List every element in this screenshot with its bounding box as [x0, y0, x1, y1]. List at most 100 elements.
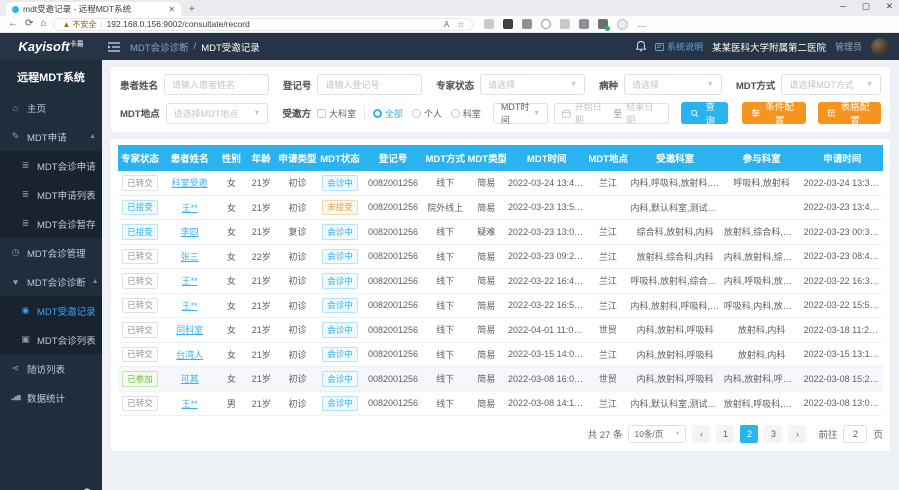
sidebar-item-MDT申请[interactable]: ✎MDT申请▲ — [0, 122, 102, 151]
table-row[interactable]: 已转交台湾人女21岁初诊会诊中0082001256线下简易2022-03-15 … — [118, 342, 883, 367]
table-row[interactable]: 已接受王**女21岁初诊未接受0082001256院外线上简易2022-03-2… — [118, 195, 883, 220]
extension-icon[interactable] — [579, 19, 589, 29]
patient-name-link[interactable]: 李四 — [181, 227, 199, 237]
back-icon[interactable]: ← — [8, 19, 18, 29]
extension-icon[interactable] — [541, 19, 551, 29]
sidebar-item-MDT受邀记录[interactable]: ◉MDT受邀记录 — [0, 296, 102, 325]
patient-name-input[interactable]: 请输入患者姓名 — [164, 74, 269, 95]
window-minimize-button[interactable]: ─ — [840, 1, 846, 12]
table-row[interactable]: 已转交科室受邀女21岁初诊会诊中0082001256线下简易2022-03-24… — [118, 171, 883, 195]
table-row[interactable]: 已转交王**男21岁初诊会诊中0082001256线下简易2022-03-08 … — [118, 391, 883, 416]
joined-depts-cell: 内科,放射科,综合科 — [722, 244, 802, 269]
sidebar-item-数据统计[interactable]: ▂▅▇数据统计 — [0, 383, 102, 412]
sidebar-item-主页[interactable]: ⌂主页 — [0, 93, 102, 122]
expert-status-select[interactable]: 请选择▼ — [480, 74, 585, 95]
address-input[interactable]: ▲ 不安全 | 192.168.0.156:9002/consultate/re… — [53, 18, 473, 31]
window-close-button[interactable]: ✕ — [886, 1, 893, 12]
browser-tab[interactable]: mdt受邀记录 - 远程MDT系统 ✕ — [6, 2, 181, 16]
system-help-link[interactable]: 系统说明 — [655, 40, 703, 53]
radio-个人[interactable]: 个人 — [412, 107, 442, 120]
settings-gear-icon[interactable]: ⚙ — [82, 486, 92, 490]
browser-profile-icon[interactable] — [617, 19, 628, 30]
date-range-input[interactable]: 开始日期 至 结束日期 — [554, 103, 669, 124]
register-no-cell: 0082001256 — [362, 195, 424, 220]
mdt-mode-cell: 线下 — [424, 293, 467, 318]
patient-name-link[interactable]: 张三 — [181, 252, 199, 262]
patient-name-link[interactable]: 王** — [182, 399, 198, 409]
time-type-select[interactable]: MDT时间▼ — [493, 103, 548, 124]
not-secure-warning[interactable]: ▲ 不安全 — [62, 19, 96, 30]
mdt-mode-select[interactable]: 请选择MDT方式▼ — [781, 74, 881, 95]
read-aloud-icon[interactable]: A — [444, 20, 449, 29]
sidebar-item-MDT会诊列表[interactable]: ▣MDT会诊列表 — [0, 325, 102, 354]
patient-name-link[interactable]: 王** — [182, 276, 198, 286]
new-tab-button[interactable]: + — [189, 4, 195, 15]
condition-config-button[interactable]: 条件配置 — [742, 102, 805, 124]
table-row[interactable]: 已转交张三女22岁初诊会诊中0082001256线下简易2022-03-23 0… — [118, 244, 883, 269]
patient-name-link[interactable]: 台湾人 — [176, 350, 203, 360]
sidebar-item-MDT会诊管理[interactable]: ◷MDT会诊管理 — [0, 238, 102, 267]
reload-icon[interactable]: ⟳ — [25, 19, 33, 29]
big-dept-checkbox[interactable]: 大科室 — [317, 107, 356, 120]
goto-page-input[interactable]: 2 — [843, 425, 867, 443]
prev-page-button[interactable]: ‹ — [692, 425, 710, 443]
search-button[interactable]: 查询 — [681, 102, 728, 124]
radio-全部[interactable]: 全部 — [373, 107, 403, 120]
extension-icon[interactable] — [598, 19, 608, 29]
register-no-cell: 0082001256 — [362, 244, 424, 269]
patient-name-link[interactable]: 科室受邀 — [172, 178, 208, 188]
mdt-place-select[interactable]: 请选择MDT地点▼ — [166, 103, 269, 124]
sidebar-collapse-icon[interactable] — [108, 42, 120, 52]
favorite-star-icon[interactable]: ☆ — [457, 20, 464, 29]
table-config-button[interactable]: 表格配置 — [818, 102, 881, 124]
page-button-1[interactable]: 1 — [716, 425, 734, 443]
table-row[interactable]: 已参加可其女21岁初诊会诊中0082001256线下简易2022-03-08 1… — [118, 367, 883, 392]
page-size-select[interactable]: 10条/页▼ — [628, 425, 686, 443]
table-row[interactable]: 已转交王**女21岁初诊会诊中0082001256线下简易2022-03-22 … — [118, 269, 883, 294]
url-divider: | — [100, 19, 102, 29]
home-icon[interactable]: ⌂ — [40, 19, 46, 29]
register-no-cell: 0082001256 — [362, 342, 424, 367]
patient-name-label: 患者姓名 — [120, 78, 158, 92]
register-no-input[interactable]: 请输入登记号 — [317, 74, 422, 95]
next-page-button[interactable]: › — [788, 425, 806, 443]
mdt-type-cell: 简易 — [467, 244, 507, 269]
table-row[interactable]: 已接受李四女21岁复诊会诊中0082001256线下疑难2022-03-23 1… — [118, 220, 883, 245]
patient-name-link[interactable]: 王** — [182, 203, 198, 213]
page-button-2[interactable]: 2 — [740, 425, 758, 443]
sidebar-item-MDT会诊申请[interactable]: ≣MDT会诊申请 — [0, 151, 102, 180]
breadcrumb-parent[interactable]: MDT会诊诊断 — [130, 40, 189, 54]
column-header-MDT时间: MDT时间 — [506, 145, 587, 171]
sidebar-item-MDT会诊暂存[interactable]: ≣MDT会诊暂存 — [0, 209, 102, 238]
filter-panel: 患者姓名 请输入患者姓名 登记号 请输入登记号 专家状态 请选择▼ 病种 请选择… — [111, 67, 890, 132]
bell-icon[interactable] — [636, 41, 646, 52]
mdt-status-badge: 会诊中 — [322, 175, 358, 191]
window-restore-button[interactable]: ▢ — [862, 1, 870, 12]
disease-select[interactable]: 请选择▼ — [624, 74, 722, 95]
tab-close-icon[interactable]: ✕ — [168, 5, 175, 14]
table-row[interactable]: 已转交王**女21岁初诊会诊中0082001256线下简易2022-03-22 … — [118, 293, 883, 318]
table-row[interactable]: 已转交同科室女21岁初诊会诊中0082001256线下简易2022-04-01 … — [118, 318, 883, 343]
sidebar-item-label: 主页 — [27, 101, 46, 115]
patient-name-link[interactable]: 可其 — [181, 374, 199, 384]
split-screen-icon[interactable] — [560, 19, 570, 29]
browser-menu-icon[interactable]: … — [637, 19, 647, 29]
heart-icon: ♥ — [10, 277, 21, 287]
user-avatar[interactable] — [871, 38, 889, 56]
page-button-3[interactable]: 3 — [764, 425, 782, 443]
sidebar-item-随访列表[interactable]: ⋖随访列表 — [0, 354, 102, 383]
radio-icon — [451, 109, 460, 118]
sidebar-item-MDT会诊诊断[interactable]: ♥MDT会诊诊断▲ — [0, 267, 102, 296]
sidebar-item-MDT申请列表[interactable]: ≣MDT申请列表 — [0, 180, 102, 209]
mdt-time-cell: 2022-03-23 09:20:00 — [506, 244, 587, 269]
extension-icon[interactable] — [484, 19, 494, 29]
extension-icon[interactable] — [522, 19, 532, 29]
hospital-name: 某某医科大学附属第二医院 — [712, 40, 826, 54]
patient-name-link[interactable]: 同科室 — [176, 325, 203, 335]
mdt-status-cell: 未接受 — [318, 195, 362, 220]
radio-科室[interactable]: 科室 — [451, 107, 481, 120]
patient-name-link[interactable]: 王** — [182, 301, 198, 311]
apply-type-cell: 复诊 — [277, 220, 318, 245]
extension-icon[interactable] — [503, 19, 513, 29]
column-header-年龄: 年龄 — [246, 145, 277, 171]
